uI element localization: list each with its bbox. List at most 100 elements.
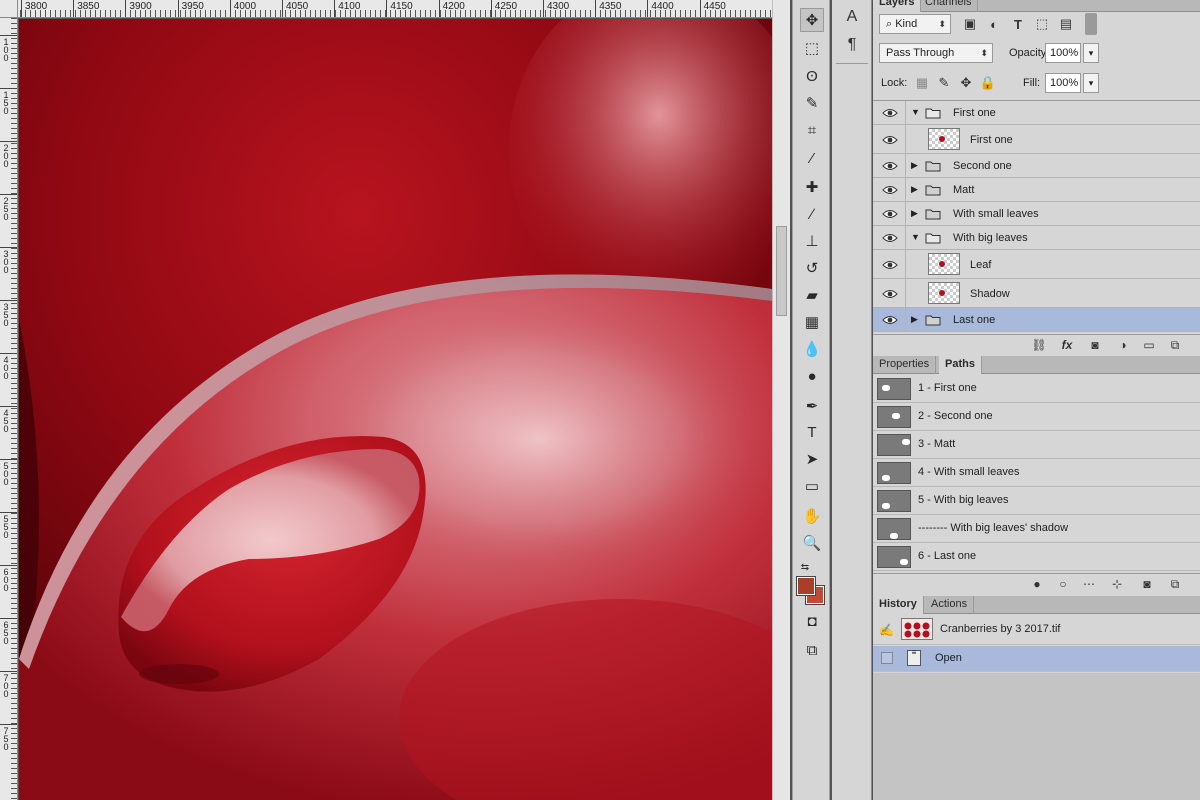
lock-transparent-icon[interactable]: ▦ [913,74,931,92]
vertical-scrollbar[interactable] [772,0,790,800]
screen-mode-icon[interactable]: ⧉ [800,638,824,662]
pen-tool-icon[interactable]: ✒ [800,394,824,418]
lasso-tool-icon[interactable]: ʘ [800,64,824,88]
move-tool-icon[interactable]: ✥ [800,8,824,32]
rectangle-tool-icon[interactable]: ▭ [800,474,824,498]
visibility-toggle[interactable] [873,101,906,124]
fx-icon[interactable]: fx [1059,337,1075,353]
foreground-color-swatch[interactable] [796,576,816,596]
expand-group-icon[interactable]: ▶ [911,160,918,171]
path-row[interactable]: 4 - With small leaves [873,459,1200,487]
filter-pixel-icon[interactable]: ▣ [961,15,979,33]
layer-row[interactable]: Leaf [873,250,1200,279]
quick-mask-icon[interactable]: ◘ [800,609,824,633]
eyedropper-tool-icon[interactable]: ⁄ [800,146,824,170]
quick-select-tool-icon[interactable]: ✎ [800,91,824,115]
opacity-dropdown-arrow[interactable]: ▾ [1083,43,1099,63]
visibility-toggle[interactable] [873,178,906,201]
link-layers-icon[interactable]: ⛓ [1031,337,1047,353]
folder-icon [925,314,941,329]
stroke-path-icon[interactable]: ○ [1055,576,1071,592]
filter-shape-icon[interactable]: ⬚ [1033,15,1051,33]
healing-brush-tool-icon[interactable]: ✚ [800,175,824,199]
history-snapshot[interactable]: ✍ Cranberries by 3 2017.tif [873,615,1200,645]
lock-position-icon[interactable]: ✥ [957,74,975,92]
eye-icon [882,316,898,324]
tab-history[interactable]: History [873,596,924,614]
filter-type-icon[interactable]: T [1009,15,1027,33]
path-selection-tool-icon[interactable]: ➤ [800,447,824,471]
document-canvas[interactable] [19,19,772,800]
layer-row[interactable]: ▶ Last one [873,308,1200,332]
visibility-toggle[interactable] [873,279,906,307]
zoom-tool-icon[interactable]: 🔍 [800,531,824,555]
tab-properties[interactable]: Properties [873,356,937,374]
ruler-label: 4250 [494,1,518,12]
visibility-toggle[interactable] [873,308,906,331]
path-row[interactable]: 2 - Second one [873,403,1200,431]
layer-row[interactable]: ▶ With small leaves [873,202,1200,226]
expand-group-icon[interactable]: ▶ [911,184,918,195]
new-group-icon[interactable]: ▭ [1141,337,1157,353]
visibility-toggle[interactable] [873,250,906,278]
add-mask-icon[interactable]: ◙ [1087,337,1103,353]
marquee-tool-icon[interactable]: ⬚ [800,36,824,60]
layer-row[interactable]: ▼ First one [873,101,1200,125]
path-row[interactable]: -------- With big leaves' shadow [873,515,1200,543]
tab-actions[interactable]: Actions [925,596,975,614]
tab-channels[interactable]: Channels [919,0,979,12]
layer-row[interactable]: ▶ Second one [873,154,1200,178]
paragraph-panel-icon[interactable]: ¶ [842,36,862,56]
layer-row[interactable]: ▶ Matt [873,178,1200,202]
expand-group-icon[interactable]: ▶ [911,314,918,325]
visibility-toggle[interactable] [873,154,906,177]
brush-tool-icon[interactable]: ∕ [800,202,824,226]
path-row[interactable]: 6 - Last one [873,543,1200,571]
collapse-group-icon[interactable]: ▼ [911,232,920,242]
collapse-group-icon[interactable]: ▼ [911,107,920,117]
layer-row[interactable]: First one [873,125,1200,154]
hand-tool-icon[interactable]: ✋ [800,504,824,528]
history-source-checkbox[interactable] [881,652,893,664]
blur-tool-icon[interactable]: 💧 [800,337,824,361]
dodge-tool-icon[interactable]: ● [800,364,824,388]
load-selection-icon[interactable]: ⋯ [1081,576,1097,592]
path-row[interactable]: 5 - With big leaves [873,487,1200,515]
lock-image-icon[interactable]: ✎ [935,74,953,92]
add-mask-icon[interactable]: ◙ [1139,576,1155,592]
visibility-toggle[interactable] [873,202,906,225]
path-row[interactable]: 1 - First one [873,375,1200,403]
ruler-label: 200 [3,143,9,169]
type-tool-icon[interactable]: T [800,420,824,444]
new-layer-icon[interactable]: ⧉ [1167,337,1183,353]
history-item-open[interactable]: ≡ Open [873,646,1200,672]
scrollbar-thumb[interactable] [776,226,787,316]
layer-row[interactable]: Shadow [873,279,1200,308]
filter-toggle-icon[interactable] [1085,13,1097,35]
filter-kind-dropdown[interactable]: ⌕ Kind ⬍ [879,14,951,34]
history-brush-tool-icon[interactable]: ↺ [800,256,824,280]
clone-stamp-tool-icon[interactable]: ⊥ [800,229,824,253]
fill-dropdown-arrow[interactable]: ▾ [1083,73,1099,93]
opacity-field[interactable]: 100% [1045,43,1081,63]
adjustment-layer-icon[interactable]: ◑ [1115,337,1131,353]
gradient-tool-icon[interactable]: ▦ [800,310,824,334]
path-row[interactable]: 3 - Matt [873,431,1200,459]
crop-tool-icon[interactable]: ⌗ [800,118,824,142]
visibility-toggle[interactable] [873,125,906,153]
blend-mode-dropdown[interactable]: Pass Through ⬍ [879,43,993,63]
eraser-tool-icon[interactable]: ▰ [800,283,824,307]
tab-paths[interactable]: Paths [939,356,982,374]
visibility-toggle[interactable] [873,226,906,249]
make-work-path-icon[interactable]: ⊹ [1109,576,1125,592]
fill-field[interactable]: 100% [1045,73,1081,93]
filter-smart-object-icon[interactable]: ▤ [1057,15,1075,33]
character-panel-icon[interactable]: A [842,8,862,28]
filter-adjustment-icon[interactable]: ◐ [985,15,1003,33]
new-path-icon[interactable]: ⧉ [1167,576,1183,592]
tab-layers[interactable]: Layers [873,0,922,12]
expand-group-icon[interactable]: ▶ [911,208,918,219]
lock-all-icon[interactable]: 🔒 [979,74,997,92]
layer-row[interactable]: ▼ With big leaves [873,226,1200,250]
fill-path-icon[interactable]: ● [1029,576,1045,592]
